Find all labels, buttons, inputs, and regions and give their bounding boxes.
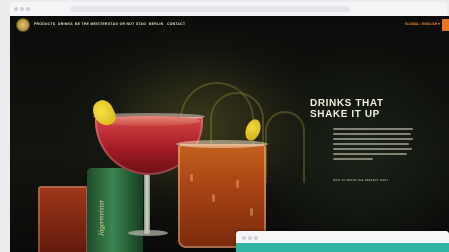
address-bar[interactable] <box>70 6 350 12</box>
glass-highlight <box>190 174 193 182</box>
hero-headline-line2: SHAKE IT UP <box>310 109 380 120</box>
window-maximize-dot[interactable] <box>26 7 30 11</box>
red-cocktail-base <box>128 230 168 236</box>
bottle-brand-text: Jägermeister <box>97 199 106 237</box>
window-close-dot[interactable] <box>242 236 246 240</box>
nav-item-be-the-meister[interactable]: BE THE MEISTER <box>75 22 108 26</box>
amber-cocktail-rim <box>176 140 268 148</box>
stag-head-logo-icon[interactable] <box>17 19 29 31</box>
serve-shot-link[interactable]: HOW TO SERVE THE PERFECT SHOT <box>333 179 388 182</box>
nav-item-berlin[interactable]: BERLIN <box>149 22 163 26</box>
nav-item-products[interactable]: PRODUCTS <box>34 22 55 26</box>
teal-header-strip <box>236 243 449 252</box>
top-navigation: PRODUCTS DRINKS BE THE MEISTER STAG OR N… <box>10 16 449 34</box>
window-close-dot[interactable] <box>14 7 18 11</box>
bottle-label: Jägermeister <box>97 188 123 248</box>
left-cocktail-glass <box>38 186 88 252</box>
paragraph-text-line <box>333 143 409 145</box>
red-cocktail-stem <box>144 174 150 234</box>
hero-headline: DRINKS THAT SHAKE IT UP <box>310 98 430 120</box>
nav-item-contact[interactable]: CONTACT <box>167 22 185 26</box>
glass-highlight <box>212 194 215 202</box>
background-arch <box>265 111 305 183</box>
paragraph-text-line <box>333 138 413 140</box>
paragraph-text-line <box>333 158 373 160</box>
website-viewport: PRODUCTS DRINKS BE THE MEISTER STAG OR N… <box>10 16 449 252</box>
hero-paragraph <box>333 128 415 163</box>
glass-highlight <box>250 208 253 216</box>
window-minimize-dot[interactable] <box>20 7 24 11</box>
paragraph-text-line <box>333 128 413 130</box>
overlapping-browser-window <box>236 231 449 252</box>
nav-item-stag-or-not-stag[interactable]: STAG OR NOT STAG <box>108 22 146 26</box>
window-maximize-dot[interactable] <box>254 236 258 240</box>
paragraph-text-line <box>333 153 407 155</box>
paragraph-text-line <box>333 133 411 135</box>
paragraph-text-line <box>333 148 412 150</box>
menu-tab-button[interactable] <box>442 19 449 31</box>
region-selector[interactable]: GLOBAL / ENGLISH ▾ <box>405 22 440 26</box>
browser-chrome <box>10 2 447 16</box>
hero-headline-line1: DRINKS THAT <box>310 98 384 109</box>
nav-item-drinks[interactable]: DRINKS <box>58 22 73 26</box>
glass-highlight <box>236 180 239 188</box>
window-minimize-dot[interactable] <box>248 236 252 240</box>
